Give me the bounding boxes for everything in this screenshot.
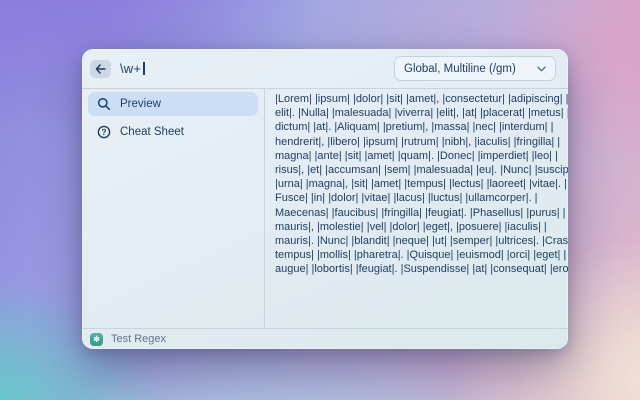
match-line: mauris|, |molestie| |vel| |dolor| |eget|… <box>275 220 558 234</box>
arrow-left-icon <box>95 64 106 74</box>
match-line: tempus| |mollis| |pharetra|. |Quisque| |… <box>275 248 558 262</box>
back-button[interactable] <box>90 60 111 78</box>
match-line: Fusce| |in| |dolor| |vitae| |lacus| |luc… <box>275 191 558 205</box>
toolbar: \w+ Global, Multiline (/gm) <box>82 49 568 88</box>
match-line: magna| |ante| |sit| |amet| |quam|. |Done… <box>275 149 558 163</box>
magnifier-icon <box>96 97 111 112</box>
match-line: Maecenas| |faucibus| |fringilla| |feugia… <box>275 206 558 220</box>
match-line: |Lorem| |ipsum| |dolor| |sit| |amet|, |c… <box>275 92 558 106</box>
match-line: hendrerit|, |libero| |ipsum| |rutrum| |n… <box>275 135 558 149</box>
match-line: mauris|. |Nunc| |blandit| |neque| |ut| |… <box>275 234 558 248</box>
flags-dropdown-value: Global, Multiline (/gm) <box>404 63 516 75</box>
asterisk-app-icon: ✱ <box>90 333 103 346</box>
footer: ✱ Test Regex <box>82 329 568 349</box>
window-body: Preview ? Cheat Sheet |Lorem| |ipsum| |d… <box>82 88 568 329</box>
flags-dropdown[interactable]: Global, Multiline (/gm) <box>394 56 556 81</box>
sidebar-item-preview[interactable]: Preview <box>88 92 258 116</box>
question-circle-icon: ? <box>96 125 111 140</box>
preview-text[interactable]: |Lorem| |ipsum| |dolor| |sit| |amet|, |c… <box>265 89 568 328</box>
sidebar-item-label: Cheat Sheet <box>120 126 184 138</box>
sidebar: Preview ? Cheat Sheet <box>82 89 265 328</box>
regex-pattern-value: \w+ <box>120 61 141 76</box>
desktop: { "window": { "toolbar": { "pattern_valu… <box>0 0 640 400</box>
footer-app-label: Test Regex <box>111 333 166 345</box>
sidebar-item-label: Preview <box>120 98 161 110</box>
svg-text:?: ? <box>101 128 106 137</box>
chevron-down-icon <box>537 66 546 72</box>
sidebar-item-cheat-sheet[interactable]: ? Cheat Sheet <box>88 120 258 144</box>
match-line: elit|. |Nulla| |malesuada| |viverra| |el… <box>275 106 558 120</box>
match-line: augue| |lobortis| |feugiat|. |Suspendiss… <box>275 262 558 276</box>
match-line: risus|, |et| |accumsan| |sem| |malesuada… <box>275 163 558 177</box>
test-regex-window: \w+ Global, Multiline (/gm) Preview <box>82 49 568 349</box>
regex-pattern-input[interactable]: \w+ <box>120 61 145 76</box>
match-line: dictum| |at|. |Aliquam| |pretium|, |mass… <box>275 120 558 134</box>
text-caret <box>143 62 145 75</box>
match-line: |urna| |magna|, |sit| |amet| |tempus| |l… <box>275 177 558 191</box>
